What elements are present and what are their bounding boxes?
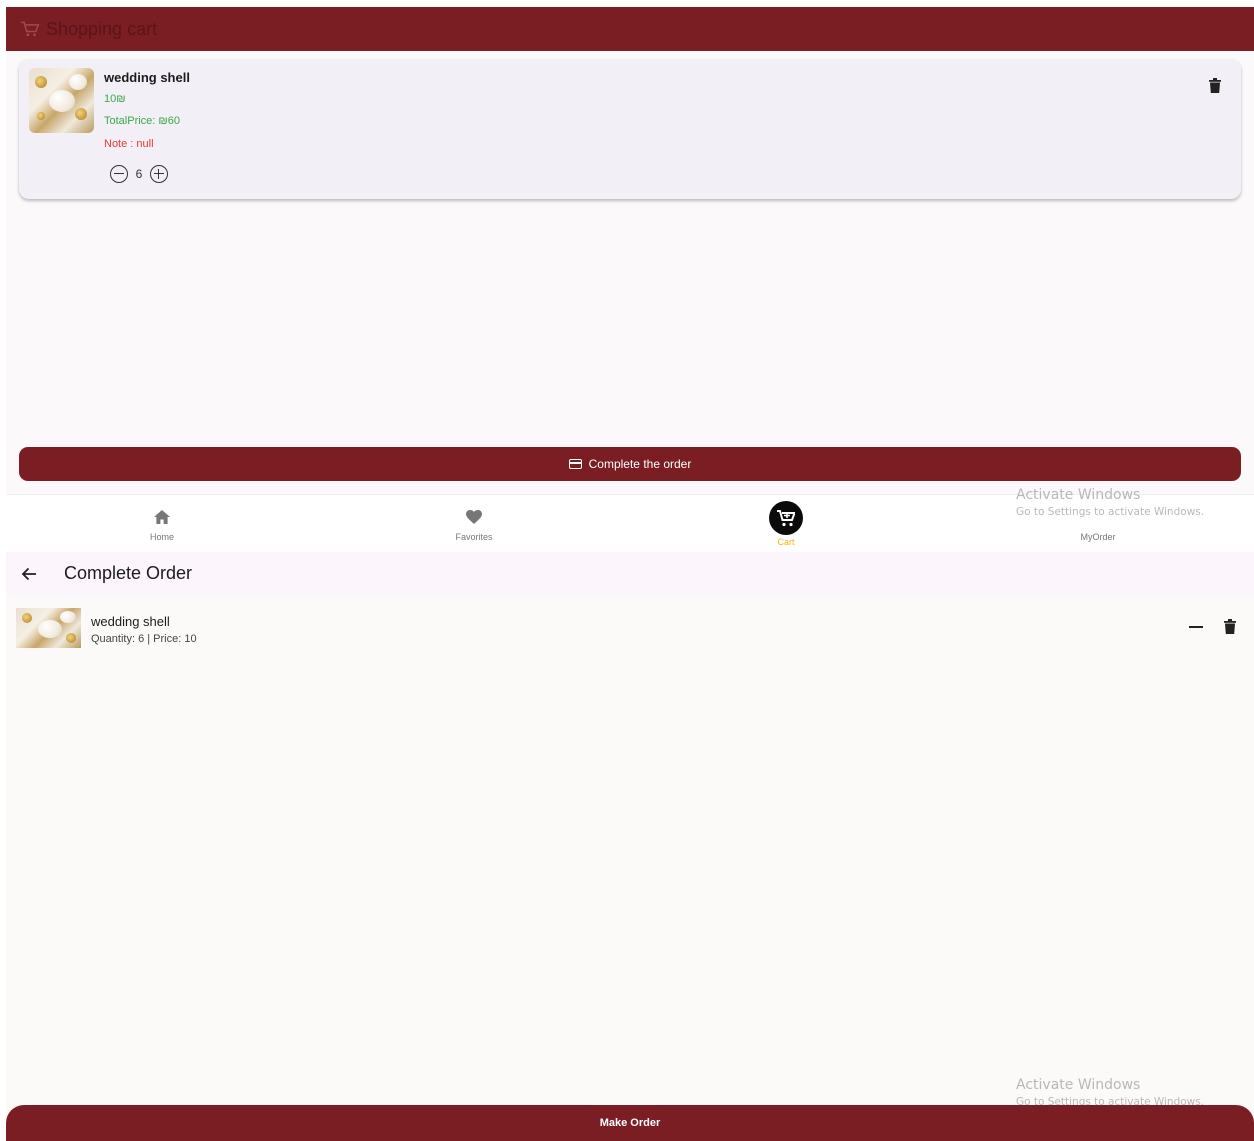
- windows-activation-watermark-bottom: Activate Windows Go to Settings to activ…: [1016, 1077, 1204, 1108]
- nav-item-cart[interactable]: Cart: [630, 495, 942, 553]
- product-image: [29, 68, 94, 133]
- make-order-label: Make Order: [599, 1117, 661, 1129]
- item-total-price: TotalPrice: ₪60: [104, 115, 180, 127]
- nav-label-myorder: MyOrder: [1080, 532, 1116, 542]
- order-item-details: Quantity: 6 | Price: 10: [91, 633, 197, 645]
- remove-one-icon[interactable]: [1189, 617, 1203, 637]
- quantity-value: 6: [135, 167, 143, 181]
- complete-order-screen: Complete Order wedding shell Quantity: 6…: [6, 552, 1254, 1141]
- cart-item-card: wedding shell 10₪ TotalPrice: ₪60 Note :…: [19, 59, 1241, 199]
- watermark-title-bottom: Activate Windows: [1016, 1077, 1141, 1093]
- nav-item-favorites[interactable]: Favorites: [318, 495, 630, 553]
- heart-icon: [466, 510, 482, 524]
- page-title: Shopping cart: [46, 18, 158, 39]
- delete-order-item-icon[interactable]: [1224, 619, 1236, 634]
- complete-order-label: Complete the order: [588, 457, 692, 471]
- order-list-item: wedding shell Quantity: 6 | Price: 10: [6, 604, 1254, 650]
- make-order-button[interactable]: Make Order: [6, 1105, 1254, 1141]
- shopping-cart-screen: Shopping cart wedding shell 10₪ TotalPri…: [6, 7, 1254, 552]
- complete-order-title: Complete Order: [64, 563, 193, 583]
- page: Shopping cart wedding shell 10₪ TotalPri…: [0, 0, 1254, 1141]
- order-product-image: [16, 608, 81, 648]
- increase-quantity-icon[interactable]: [150, 165, 168, 183]
- home-icon: [154, 510, 170, 524]
- shopping-cart-icon: [20, 21, 40, 37]
- item-price: 10₪: [104, 93, 126, 105]
- windows-activation-watermark: Activate Windows Go to Settings to activ…: [1016, 487, 1204, 518]
- complete-order-app-bar: Complete Order: [6, 552, 1254, 595]
- nav-label-home: Home: [149, 532, 174, 542]
- quantity-stepper: 6: [110, 165, 168, 183]
- watermark-title: Activate Windows: [1016, 487, 1141, 503]
- order-item-name: wedding shell: [91, 614, 170, 629]
- decrease-quantity-icon[interactable]: [110, 165, 128, 183]
- credit-card-icon: [568, 459, 582, 469]
- cart-icon: [769, 501, 803, 535]
- item-name: wedding shell: [104, 70, 190, 85]
- app-bar: Shopping cart: [6, 7, 1254, 51]
- nav-item-home[interactable]: Home: [6, 495, 318, 553]
- delete-icon[interactable]: [1209, 78, 1221, 93]
- nav-label-favorites: Favorites: [455, 532, 493, 542]
- complete-order-button[interactable]: Complete the order: [19, 447, 1241, 481]
- back-arrow-icon[interactable]: [6, 552, 52, 595]
- item-note: Note : null: [104, 138, 154, 150]
- nav-label-cart: Cart: [777, 537, 795, 547]
- watermark-subtitle: Go to Settings to activate Windows.: [1016, 506, 1205, 518]
